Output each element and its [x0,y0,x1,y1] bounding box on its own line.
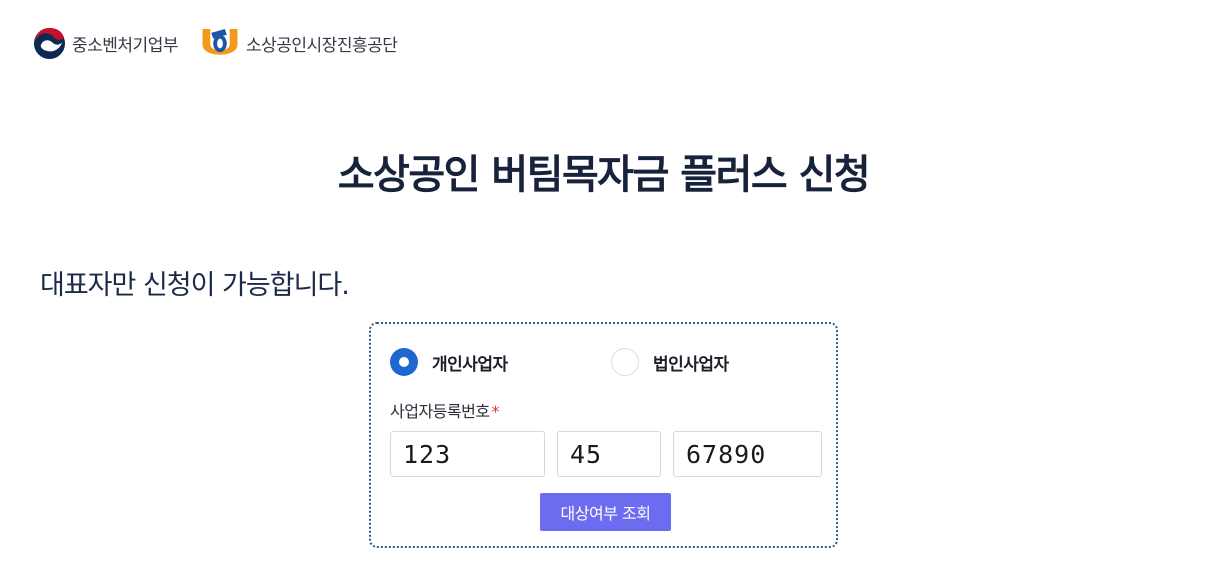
radio-individual-business[interactable]: 개인사업자 [390,348,508,376]
radio-unchecked-icon[interactable] [611,348,639,376]
radio-individual-label: 개인사업자 [432,354,508,375]
business-type-radio-group: 개인사업자 법인사업자 [390,348,810,380]
radio-corporate-label: 법인사업자 [653,354,729,375]
page-title: 소상공인 버팀목자금 플러스 신청 [337,152,871,198]
biz-number-part3-input[interactable] [673,431,822,477]
representative-only-notice: 대표자만 신청이 가능합니다. [40,270,350,301]
mss-logo-text: 중소벤처기업부 [72,35,178,56]
radio-checked-icon[interactable] [390,348,418,376]
required-asterisk: * [491,402,500,421]
header-logos: 중소벤처기업부 소상공인시장진흥공단 [33,26,398,60]
biz-number-part1-input[interactable] [390,431,545,477]
biz-number-part2-input[interactable] [557,431,661,477]
biz-number-label-text: 사업자등록번호 [390,402,490,421]
application-form-card: 개인사업자 법인사업자 사업자등록번호* 대상여부 조회 [369,322,838,548]
mss-logo[interactable]: 중소벤처기업부 [33,27,178,60]
radio-corporate-business[interactable]: 법인사업자 [611,348,729,376]
semas-logo[interactable]: 소상공인시장진흥공단 [200,27,398,60]
biz-number-label: 사업자등록번호 * [390,398,500,422]
semas-emblem-icon [202,28,238,55]
check-eligibility-button[interactable]: 대상여부 조회 [540,493,671,531]
page: 중소벤처기업부 소상공인시장진흥공단 소상공인 버팀목자금 플러스 신청 대표자… [0,0,1207,573]
semas-logo-text: 소상공인시장진흥공단 [245,35,398,56]
taegeuk-emblem-icon [33,27,66,59]
